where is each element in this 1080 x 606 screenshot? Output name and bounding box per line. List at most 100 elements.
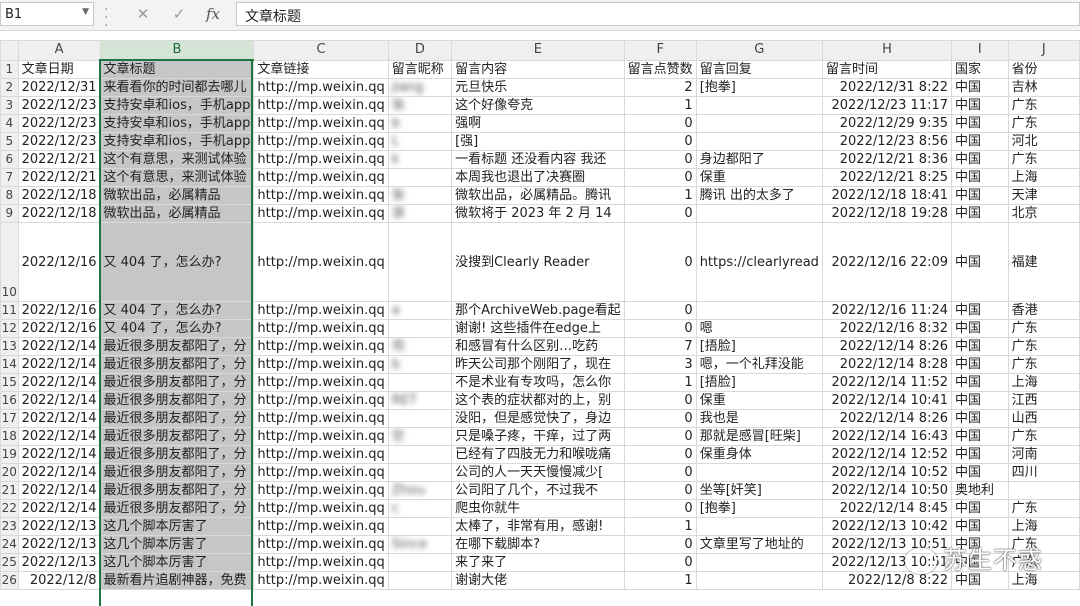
cell-j18[interactable]: 广东 — [1007, 427, 1080, 446]
cell-a23[interactable]: 2022/12/13 — [17, 517, 101, 536]
cell-c6[interactable]: http://mp.weixin.qq — [253, 150, 389, 169]
cell-d18[interactable]: 空 — [387, 427, 453, 446]
cell-g21[interactable]: 坐等[奸笑] — [695, 481, 823, 500]
cell-e2[interactable]: 元旦快乐 — [451, 78, 625, 97]
cell-i14[interactable]: 中国 — [951, 355, 1009, 374]
row-number-26[interactable]: 26 — [0, 571, 19, 590]
row-number-15[interactable]: 15 — [0, 373, 19, 392]
row-number-19[interactable]: 19 — [0, 445, 19, 464]
cell-c24[interactable]: http://mp.weixin.qq — [253, 535, 389, 554]
cell-j8[interactable]: 天津 — [1007, 186, 1080, 205]
cell-d11[interactable]: a — [387, 301, 453, 320]
cell-b5[interactable]: 支持安卓和ios，手机app — [99, 132, 255, 151]
cell-i5[interactable]: 中国 — [951, 132, 1009, 151]
cell-h7[interactable]: 2022/12/21 8:25 — [821, 168, 953, 187]
cell-b26[interactable]: 最新看片追剧神器，免费 — [99, 571, 255, 590]
cell-c7[interactable]: http://mp.weixin.qq — [253, 168, 389, 187]
cell-c22[interactable]: http://mp.weixin.qq — [253, 499, 389, 518]
cell-h13[interactable]: 2022/12/14 8:26 — [821, 337, 953, 356]
cell-h3[interactable]: 2022/12/23 11:17 — [821, 96, 953, 115]
cell-d17[interactable] — [387, 409, 453, 428]
cell-d24[interactable]: Since — [387, 535, 453, 554]
cell-h14[interactable]: 2022/12/14 8:28 — [821, 355, 953, 374]
cell-c18[interactable]: http://mp.weixin.qq — [253, 427, 389, 446]
cell-h16[interactable]: 2022/12/14 10:41 — [821, 391, 953, 410]
cell-a10[interactable]: 2022/12/16 — [17, 222, 101, 302]
cell-f16[interactable]: 0 — [623, 391, 697, 410]
cell-h11[interactable]: 2022/12/16 11:24 — [821, 301, 953, 320]
cell-j12[interactable]: 广东 — [1007, 319, 1080, 338]
cell-a18[interactable]: 2022/12/14 — [17, 427, 101, 446]
column-header-e[interactable]: E — [451, 40, 625, 61]
cell-a8[interactable]: 2022/12/18 — [17, 186, 101, 205]
cell-a24[interactable]: 2022/12/13 — [17, 535, 101, 554]
cell-j20[interactable]: 四川 — [1007, 463, 1080, 482]
cell-b17[interactable]: 最近很多朋友都阳了，分 — [99, 409, 255, 428]
cell-h18[interactable]: 2022/12/14 16:43 — [821, 427, 953, 446]
row-number-14[interactable]: 14 — [0, 355, 19, 374]
column-header-a[interactable]: A — [17, 40, 101, 61]
cell-f10[interactable]: 0 — [623, 222, 697, 302]
cell-g23[interactable] — [695, 517, 823, 536]
cell-h17[interactable]: 2022/12/14 8:26 — [821, 409, 953, 428]
column-header-c[interactable]: C — [253, 40, 389, 61]
cell-d6[interactable]: k — [387, 150, 453, 169]
cell-c1[interactable]: 文章链接 — [253, 59, 389, 79]
cell-c10[interactable]: http://mp.weixin.qq — [253, 222, 389, 302]
cell-j13[interactable]: 广东 — [1007, 337, 1080, 356]
cell-h10[interactable]: 2022/12/16 22:09 — [821, 222, 953, 302]
cell-a2[interactable]: 2022/12/31 — [17, 78, 101, 97]
name-box[interactable]: B1 ▼ — [0, 2, 94, 26]
cell-i15[interactable]: 中国 — [951, 373, 1009, 392]
cell-i6[interactable]: 中国 — [951, 150, 1009, 169]
drag-handle-icon[interactable]: · · · — [104, 3, 108, 33]
cell-i10[interactable]: 中国 — [951, 222, 1009, 302]
cell-a26[interactable]: 2022/12/8 — [17, 571, 101, 590]
cell-d26[interactable] — [387, 571, 453, 590]
row-number-2[interactable]: 2 — [0, 78, 19, 97]
cell-b1[interactable]: 文章标题 — [99, 59, 255, 79]
cell-e14[interactable]: 昨天公司那个刚阳了，现在 — [451, 355, 625, 374]
cell-g25[interactable] — [695, 553, 823, 572]
cell-j21[interactable] — [1007, 481, 1080, 500]
cell-e1[interactable]: 留言内容 — [451, 59, 625, 79]
cell-b8[interactable]: 微软出品，必属精品 — [99, 186, 255, 205]
cell-c19[interactable]: http://mp.weixin.qq — [253, 445, 389, 464]
column-header-h[interactable]: H — [821, 40, 953, 61]
spreadsheet-grid[interactable]: A B C D E F G H I J 1 文章日期 文章标题 文章链接 留言昵称 留言内容 留言点赞数 留言回复… — [0, 40, 1080, 590]
cell-e19[interactable]: 已经有了四肢无力和喉咙痛 — [451, 445, 625, 464]
cell-c23[interactable]: http://mp.weixin.qq — [253, 517, 389, 536]
cell-e10[interactable]: 没搜到Clearly Reader — [451, 222, 625, 302]
cell-c5[interactable]: http://mp.weixin.qq — [253, 132, 389, 151]
cell-d4[interactable]: b — [387, 114, 453, 133]
cell-f17[interactable]: 0 — [623, 409, 697, 428]
cell-i2[interactable]: 中国 — [951, 78, 1009, 97]
cell-c17[interactable]: http://mp.weixin.qq — [253, 409, 389, 428]
cell-j17[interactable]: 山西 — [1007, 409, 1080, 428]
cell-d9[interactable]: 浪 — [387, 204, 453, 223]
cell-a20[interactable]: 2022/12/14 — [17, 463, 101, 482]
row-number-7[interactable]: 7 — [0, 168, 19, 187]
cell-b12[interactable]: 又 404 了，怎么办? — [99, 319, 255, 338]
cell-g18[interactable]: 那就是感冒[旺柴] — [695, 427, 823, 446]
cell-c15[interactable]: http://mp.weixin.qq — [253, 373, 389, 392]
cell-a3[interactable]: 2022/12/23 — [17, 96, 101, 115]
row-number-1[interactable]: 1 — [0, 59, 19, 79]
column-header-b[interactable]: B — [99, 40, 255, 61]
cell-f11[interactable]: 0 — [623, 301, 697, 320]
insert-function-icon[interactable]: fx — [200, 5, 226, 25]
cell-b16[interactable]: 最近很多朋友都阳了，分 — [99, 391, 255, 410]
row-number-18[interactable]: 18 — [0, 427, 19, 446]
cell-i16[interactable]: 中国 — [951, 391, 1009, 410]
cell-a14[interactable]: 2022/12/14 — [17, 355, 101, 374]
cell-e13[interactable]: 和感冒有什么区别…吃药 — [451, 337, 625, 356]
row-number-9[interactable]: 9 — [0, 204, 19, 223]
cell-f3[interactable]: 1 — [623, 96, 697, 115]
cell-i8[interactable]: 中国 — [951, 186, 1009, 205]
cell-g20[interactable] — [695, 463, 823, 482]
cell-c11[interactable]: http://mp.weixin.qq — [253, 301, 389, 320]
cell-g16[interactable]: 保重 — [695, 391, 823, 410]
cell-f12[interactable]: 0 — [623, 319, 697, 338]
cell-f23[interactable]: 1 — [623, 517, 697, 536]
cell-i1[interactable]: 国家 — [951, 59, 1009, 79]
